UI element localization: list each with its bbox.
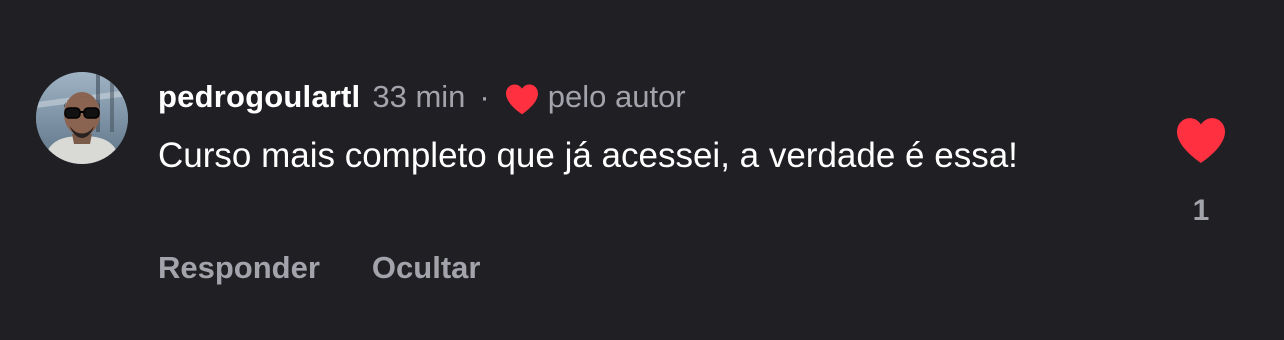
- reply-button[interactable]: Responder: [158, 250, 320, 286]
- separator-dot: ·: [479, 79, 490, 114]
- comment-actions: Responder Ocultar: [158, 250, 480, 286]
- liked-by-author-label: pelo autor: [547, 79, 686, 114]
- comment: pedrogoulartl 33 min · pelo autor Curso …: [0, 0, 1284, 340]
- comment-time: 33 min: [372, 79, 466, 114]
- comment-text: Curso mais completo que já acessei, a ve…: [158, 136, 1018, 175]
- comment-meta: pedrogoulartl 33 min · pelo autor: [158, 76, 686, 118]
- avatar[interactable]: [36, 72, 128, 164]
- like-column: 1: [1170, 116, 1232, 236]
- like-count: 1: [1192, 194, 1210, 227]
- like-heart-icon[interactable]: [1174, 116, 1228, 164]
- avatar-photo: [36, 72, 128, 164]
- comment-author[interactable]: pedrogoulartl: [158, 79, 360, 115]
- heart-icon: [505, 84, 538, 115]
- hide-button[interactable]: Ocultar: [372, 250, 481, 286]
